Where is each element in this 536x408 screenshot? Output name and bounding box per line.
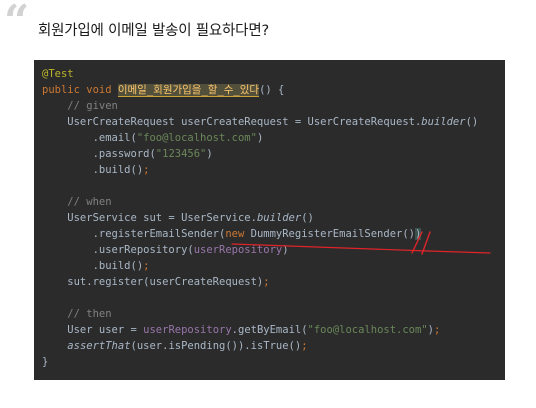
code-token: .build() xyxy=(42,260,144,272)
code-token: userRepository xyxy=(193,244,283,256)
code-token: (user.isPending()).isTrue() xyxy=(130,340,302,352)
code-token: ; xyxy=(263,276,270,288)
code-token: "123456" xyxy=(155,148,207,160)
code-token: () { xyxy=(259,84,285,96)
code-token: .registerEmailSender( xyxy=(42,228,226,240)
code-token: () xyxy=(465,116,479,128)
code-token: // then xyxy=(67,308,112,320)
code-token: assertThat xyxy=(67,340,131,352)
code-token: new xyxy=(225,228,251,240)
code-token: public void xyxy=(42,84,118,96)
code-line: User user = userRepository.getByEmail("f… xyxy=(42,322,478,338)
code-token: DummyRegisterEmailSender() xyxy=(250,228,415,240)
code-token: .getByEmail( xyxy=(231,324,308,336)
quote-icon: “ xyxy=(4,0,30,47)
code-line: UserCreateRequest userCreateRequest = Us… xyxy=(42,114,478,130)
code-token: User user = xyxy=(42,324,144,336)
code-line: UserService sut = UserService.builder() xyxy=(42,210,478,226)
code-token: // when xyxy=(67,196,112,208)
code-token: builder xyxy=(256,212,302,224)
code-line: // then xyxy=(42,306,478,322)
code-line: } xyxy=(42,354,478,370)
code-line: // when xyxy=(42,194,478,210)
code-token: userRepository xyxy=(143,324,232,336)
code-block: @Test public void 이메일_회원가입을_할_수_있다() { //… xyxy=(42,66,478,370)
code-line: assertThat(user.isPending()).isTrue(); xyxy=(42,338,478,354)
code-screenshot: @Test public void 이메일_회원가입을_할_수_있다() { //… xyxy=(34,60,505,380)
code-line: public void 이메일_회원가입을_할_수_있다() { xyxy=(42,82,478,98)
code-token: "foo@localhost.com" xyxy=(307,324,428,336)
code-line: .email("foo@localhost.com") xyxy=(42,130,478,146)
code-token: UserService sut = UserService. xyxy=(42,212,257,224)
code-line: @Test xyxy=(42,66,478,82)
code-token: 이메일_회원가입을_할_수_있다 xyxy=(117,84,260,97)
code-token: ; xyxy=(143,164,150,176)
code-token: .password( xyxy=(42,148,156,160)
code-token: "foo@localhost.com" xyxy=(136,132,257,144)
code-token: .userRepository( xyxy=(42,244,194,256)
code-token: ) xyxy=(415,228,422,240)
code-token: ) xyxy=(256,132,264,144)
code-token: } xyxy=(42,356,49,368)
code-token: ; xyxy=(301,340,308,352)
code-line: .userRepository(userRepository) xyxy=(42,242,478,258)
code-token: ; xyxy=(143,260,150,272)
code-line: .registerEmailSender(new DummyRegisterEm… xyxy=(42,226,478,242)
code-line: .password("123456") xyxy=(42,146,478,162)
code-token: builder xyxy=(421,116,466,128)
code-line: .build(); xyxy=(42,258,478,274)
code-line: // given xyxy=(42,98,478,114)
blog-post-section: “ 회원가입에 이메일 발송이 필요하다면? @Test public void … xyxy=(0,0,536,408)
code-token: sut.register(userCreateRequest) xyxy=(42,276,264,288)
code-token: .build() xyxy=(42,164,144,176)
code-token: ; xyxy=(433,324,441,336)
code-token: () xyxy=(301,212,314,224)
code-token: ) xyxy=(206,148,213,160)
code-token: .email( xyxy=(42,132,137,144)
code-token: ) xyxy=(282,244,289,256)
section-heading: 회원가입에 이메일 발송이 필요하다면? xyxy=(38,23,269,39)
code-line: sut.register(userCreateRequest); xyxy=(42,274,478,290)
code-line: .build(); xyxy=(42,162,478,178)
code-token: @Test xyxy=(42,68,74,80)
code-token: UserCreateRequest userCreateRequest = Us… xyxy=(42,116,422,128)
code-token: // given xyxy=(67,100,118,112)
